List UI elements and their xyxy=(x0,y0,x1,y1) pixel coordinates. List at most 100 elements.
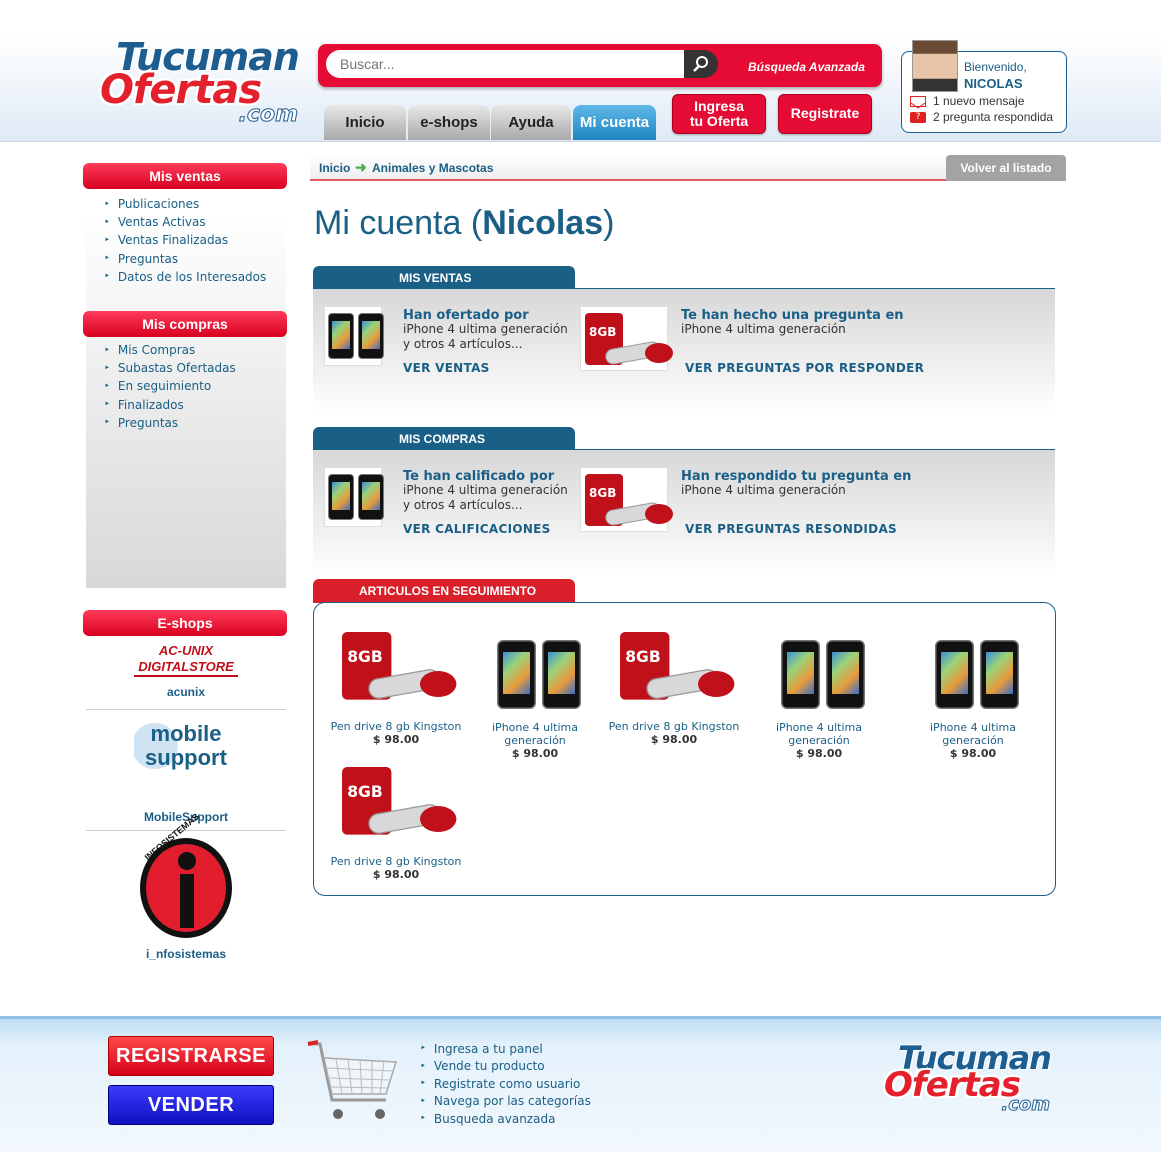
question-icon: ? xyxy=(910,112,926,123)
compras-left-line2: y otros 4 artículos... xyxy=(403,498,523,512)
advanced-search-link[interactable]: Búsqueda Avanzada xyxy=(748,60,865,74)
sidebar-item-ventas-activas[interactable]: Ventas Activas xyxy=(104,213,266,231)
follow-item-name[interactable]: iPhone 4 ultima generación xyxy=(465,721,605,747)
registrate-button[interactable]: Registrate xyxy=(778,94,872,134)
shop-logo-infosistemas: INFOSISTEMAS xyxy=(140,811,232,938)
breadcrumb-category[interactable]: Animales y Mascotas xyxy=(372,161,493,175)
ingresa-line1: Ingresa xyxy=(694,97,744,114)
welcome-text: Bienvenido, xyxy=(964,60,1027,74)
footer-link-panel[interactable]: Ingresa a tu panel xyxy=(420,1040,591,1058)
sidebar-ventas-title: Mis ventas xyxy=(83,163,287,189)
ventas-right-line1[interactable]: iPhone 4 ultima generación xyxy=(681,322,846,337)
phone-icon xyxy=(358,474,384,520)
footer-logo[interactable]: Tucuman Ofertas .com xyxy=(884,1042,1052,1114)
ver-respondidas-link[interactable]: VER PREGUNTAS RESONDIDAS xyxy=(685,522,897,536)
compras-right-title: Han respondido tu pregunta en xyxy=(681,469,912,484)
shop-logo-acunix: AC-UNIX DIGITALSTORE xyxy=(134,643,238,677)
page-title: Mi cuenta (Nicolas) xyxy=(314,204,614,243)
tab-inicio[interactable]: Inicio xyxy=(324,105,406,140)
ingresa-oferta-button[interactable]: Ingresa tu Oferta xyxy=(672,94,766,134)
sidebar-item-preguntas-compras[interactable]: Preguntas xyxy=(104,414,236,432)
back-to-list-button[interactable]: Volver al listado xyxy=(946,155,1066,181)
registrarse-button[interactable]: REGISTRARSE xyxy=(108,1036,274,1076)
search-bar: Búsqueda Avanzada xyxy=(318,44,882,87)
phone-icon xyxy=(497,640,536,709)
sidebar-item-mis-compras[interactable]: Mis Compras xyxy=(104,341,236,359)
follow-item-name[interactable]: iPhone 4 ultima generación xyxy=(749,721,889,747)
shopping-cart-icon xyxy=(307,1040,398,1119)
breadcrumb-home[interactable]: Inicio xyxy=(319,161,350,175)
ventas-left-line1[interactable]: iPhone 4 ultima generación xyxy=(403,322,568,337)
tab-mis-compras: MIS COMPRAS xyxy=(313,427,575,451)
follow-item-name[interactable]: Pen drive 8 gb Kingston xyxy=(326,720,466,733)
sidebar-item-publicaciones[interactable]: Publicaciones xyxy=(104,195,266,213)
user-box: Bienvenido, NICOLAS 1 nuevo mensaje ? 2 … xyxy=(901,40,1067,133)
product-thumb-iphone[interactable] xyxy=(324,306,384,366)
title-prefix: Mi cuenta ( xyxy=(314,204,483,242)
vender-button[interactable]: VENDER xyxy=(108,1085,274,1125)
follow-item-price: $ 98.00 xyxy=(372,868,420,881)
follow-item[interactable]: Pen drive 8 gb Kingston $ 98.00 xyxy=(326,628,466,746)
follow-item-price: $ 98.00 xyxy=(511,747,559,760)
answered-link[interactable]: 2 pregunta respondida xyxy=(933,110,1053,124)
ver-preguntas-link[interactable]: VER PREGUNTAS POR RESPONDER xyxy=(685,361,924,375)
mail-icon xyxy=(910,96,926,109)
compras-right-line1[interactable]: iPhone 4 ultima generación xyxy=(681,483,846,498)
search-input[interactable] xyxy=(326,50,684,78)
product-thumb-iphone[interactable] xyxy=(324,467,384,527)
shop-acunix[interactable]: AC-UNIX DIGITALSTORE acunix xyxy=(86,640,286,710)
product-thumb-usb[interactable] xyxy=(580,306,673,371)
search-button[interactable] xyxy=(684,50,718,78)
phone-icon xyxy=(980,640,1019,709)
compras-left-title: Te han calificado por xyxy=(403,469,555,484)
breadcrumb: Inicio ➜ Animales y Mascotas Volver al l… xyxy=(310,155,1066,181)
follow-item-name[interactable]: Pen drive 8 gb Kingston xyxy=(604,720,744,733)
phone-icon xyxy=(328,474,354,520)
tab-mi-cuenta[interactable]: Mi cuenta xyxy=(573,105,656,140)
shop-infosistemas[interactable]: INFOSISTEMAS i_nfosistemas xyxy=(86,811,286,966)
product-thumb-usb[interactable] xyxy=(580,467,673,532)
sidebar-item-preguntas-ventas[interactable]: Preguntas xyxy=(104,250,266,268)
ver-calificaciones-link[interactable]: VER CALIFICACIONES xyxy=(403,522,551,536)
follow-item-price: $ 98.00 xyxy=(650,733,698,746)
ingresa-line2: tu Oferta xyxy=(689,113,749,129)
title-suffix: ) xyxy=(603,204,615,242)
arrow-right-icon: ➜ xyxy=(355,159,367,175)
follow-item[interactable]: iPhone 4 ultima generación $ 98.00 xyxy=(749,628,889,760)
follow-item[interactable]: Pen drive 8 gb Kingston $ 98.00 xyxy=(604,628,744,746)
search-icon xyxy=(693,56,708,72)
tab-ayuda[interactable]: Ayuda xyxy=(491,105,571,140)
follow-item-price: $ 98.00 xyxy=(372,733,420,746)
sidebar-item-interesados[interactable]: Datos de los Interesados xyxy=(104,268,266,286)
footer-link-vende[interactable]: Vende tu producto xyxy=(420,1058,591,1076)
phone-icon xyxy=(935,640,974,709)
ver-ventas-link[interactable]: VER VENTAS xyxy=(403,361,490,375)
footer-link-categorias[interactable]: Navega por las categorías xyxy=(420,1093,591,1111)
sidebar-item-ventas-finalizadas[interactable]: Ventas Finalizadas xyxy=(104,231,266,249)
ventas-left-title: Han ofertado por xyxy=(403,308,529,323)
footer-links: Ingresa a tu panel Vende tu producto Reg… xyxy=(420,1040,591,1128)
sidebar-compras-title: Mis compras xyxy=(83,311,287,337)
follow-item-name[interactable]: Pen drive 8 gb Kingston xyxy=(326,855,466,868)
shop-mobilesupport[interactable]: mobile support MobileSupport xyxy=(86,716,286,831)
sidebar-item-seguimiento[interactable]: En seguimiento xyxy=(104,377,236,395)
sidebar-item-subastas[interactable]: Subastas Ofertadas xyxy=(104,359,236,377)
phone-icon xyxy=(328,313,354,359)
tab-seguimiento: ARTICULOS EN SEGUIMIENTO xyxy=(313,579,575,603)
ventas-right-title: Te han hecho una pregunta en xyxy=(681,308,904,323)
follow-item[interactable]: iPhone 4 ultima generación $ 98.00 xyxy=(465,628,605,760)
mis-compras-panel: Te han calificado por iPhone 4 ultima ge… xyxy=(313,449,1055,573)
shop-name: acunix xyxy=(166,685,205,699)
sidebar-ventas-list: Publicaciones Ventas Activas Ventas Fina… xyxy=(104,195,266,286)
footer-link-registrate[interactable]: Registrate como usuario xyxy=(420,1075,591,1093)
sidebar-item-finalizados[interactable]: Finalizados xyxy=(104,396,236,414)
user-name[interactable]: NICOLAS xyxy=(964,76,1023,91)
tab-eshops[interactable]: e-shops xyxy=(408,105,490,140)
follow-item[interactable]: Pen drive 8 gb Kingston $ 98.00 xyxy=(326,763,466,881)
follow-item-name[interactable]: iPhone 4 ultima generación xyxy=(903,721,1043,747)
footer-link-busqueda[interactable]: Busqueda avanzada xyxy=(420,1110,591,1128)
site-logo[interactable]: Tucuman Ofertas .com xyxy=(100,38,300,126)
compras-left-line1[interactable]: iPhone 4 ultima generación xyxy=(403,483,568,498)
messages-link[interactable]: 1 nuevo mensaje xyxy=(933,94,1024,108)
follow-item[interactable]: iPhone 4 ultima generación $ 98.00 xyxy=(903,628,1043,760)
